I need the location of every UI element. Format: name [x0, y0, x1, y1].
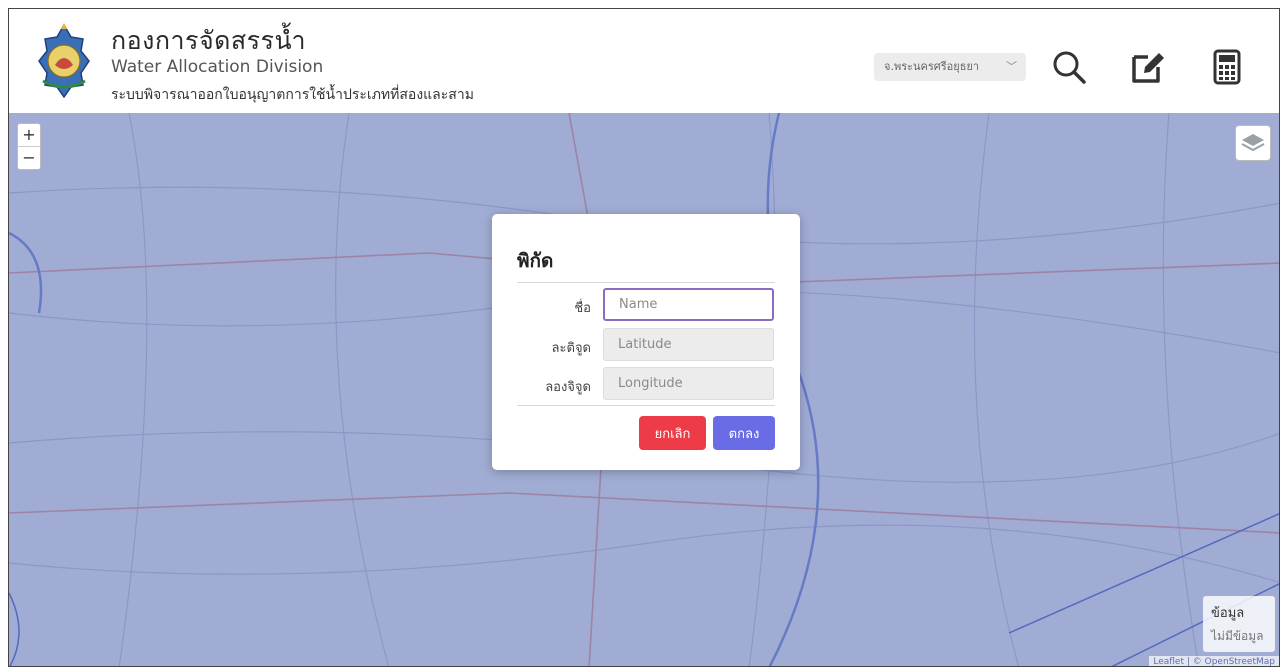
department-logo — [38, 23, 90, 99]
zoom-out-button[interactable]: − — [18, 146, 40, 169]
divider — [517, 405, 775, 406]
app-title-english: Water Allocation Division — [111, 57, 324, 77]
layers-button[interactable] — [1235, 125, 1271, 161]
layers-icon — [1241, 134, 1265, 152]
search-icon[interactable] — [1049, 47, 1089, 87]
province-select[interactable]: จ.พระนครศรีอยุธยา ﹀ — [874, 53, 1026, 81]
cancel-button[interactable]: ยกเลิก — [639, 416, 706, 450]
zoom-in-button[interactable]: + — [18, 124, 40, 146]
latitude-input[interactable] — [603, 328, 774, 361]
edit-icon[interactable] — [1128, 47, 1168, 87]
province-select-value: จ.พระนครศรีอยุธยา — [884, 60, 980, 73]
chevron-down-icon: ﹀ — [1006, 60, 1017, 73]
name-input[interactable] — [603, 288, 774, 321]
map-info-box: ข้อมูล ไม่มีข้อมูล — [1203, 596, 1275, 652]
coordinate-dialog: พิกัด ชื่อ ละติจูด ลองจิจูด ยกเลิก ตกลง — [492, 214, 800, 470]
divider — [517, 282, 775, 283]
zoom-control: + − — [17, 123, 41, 170]
calculator-icon[interactable] — [1207, 47, 1247, 87]
info-value: ไม่มีข้อมูล — [1211, 629, 1264, 643]
ok-button[interactable]: ตกลง — [713, 416, 775, 450]
longitude-input[interactable] — [603, 367, 774, 400]
name-label: ชื่อ — [574, 301, 591, 316]
header: กองการจัดสรรน้ำ Water Allocation Divisio… — [9, 9, 1279, 114]
map-attribution[interactable]: Leaflet | © OpenStreetMap — [1149, 656, 1279, 666]
info-title: ข้อมูล — [1211, 606, 1245, 621]
app-title-thai: กองการจัดสรรน้ำ — [111, 26, 307, 55]
latitude-label: ละติจูด — [551, 341, 591, 356]
longitude-label: ลองจิจูด — [545, 380, 591, 395]
app-window: กองการจัดสรรน้ำ Water Allocation Divisio… — [8, 8, 1280, 667]
dialog-title: พิกัด — [517, 250, 554, 272]
app-subtitle: ระบบพิจารณาออกใบอนุญาตการใช้น้ำประเภทที่… — [111, 87, 474, 103]
